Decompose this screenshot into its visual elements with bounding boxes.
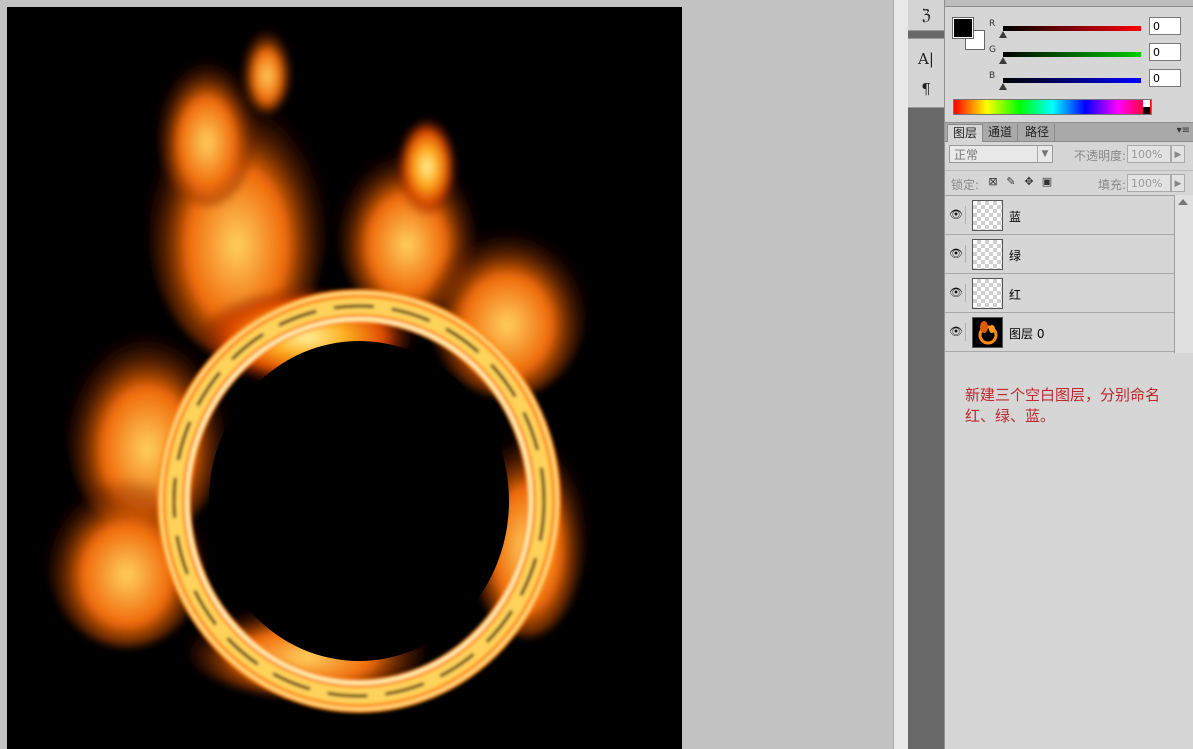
green-value-input[interactable]: 0 (1149, 43, 1181, 61)
layer-row-layer0[interactable]: 👁 图层 0 (945, 313, 1174, 352)
blend-opacity-row: 正常 ▼ 不透明度: 100% ▶ (945, 143, 1193, 169)
green-channel-label: G (989, 45, 996, 55)
red-slider-thumb[interactable] (999, 31, 1007, 38)
scroll-up-arrow-icon[interactable] (1178, 199, 1188, 205)
visibility-eye-icon[interactable]: 👁 (947, 284, 966, 302)
visibility-eye-icon[interactable]: 👁 (947, 323, 966, 341)
toolstrip-top-group: ℨ (908, 0, 944, 31)
layer-name: 红 (1009, 288, 1022, 302)
green-slider-track[interactable] (1003, 52, 1141, 57)
lock-position-move-icon[interactable]: ✥ (1023, 176, 1035, 188)
toolstrip-text-group: A| ¶ (908, 38, 944, 108)
tab-channels[interactable]: 通道 (983, 124, 1019, 141)
right-panels: R 0 G 0 B 0 图层 通道 路径 ▾≡ 正常 ▼ 不透明度: 100% … (944, 0, 1193, 749)
workspace-vertical-scrollbar[interactable] (893, 0, 908, 749)
foreground-color-swatch[interactable] (952, 17, 974, 39)
document-workspace (0, 0, 893, 749)
blend-mode-select[interactable]: 正常 ▼ (949, 145, 1053, 163)
layer-row-blue[interactable]: 👁 蓝 (945, 196, 1174, 235)
layer-thumbnail-transparent (972, 200, 1003, 231)
layer-row-red[interactable]: 👁 红 (945, 274, 1174, 313)
blue-channel-slider: B 0 (987, 69, 1181, 94)
opacity-label: 不透明度: (1074, 149, 1127, 163)
tab-paths[interactable]: 路径 (1020, 124, 1056, 141)
layers-panel: 图层 通道 路径 ▾≡ 正常 ▼ 不透明度: 100% ▶ 锁定: ⊠ ✎ ✥ … (945, 123, 1193, 749)
blue-slider-thumb[interactable] (999, 83, 1007, 90)
history-brush-icon[interactable]: ℨ (916, 5, 936, 25)
blue-slider-track[interactable] (1003, 78, 1141, 83)
color-panel-tabs (945, 0, 1193, 7)
opacity-input[interactable]: 100% (1127, 145, 1171, 163)
blue-value-input[interactable]: 0 (1149, 69, 1181, 87)
lock-pixels-brush-icon[interactable]: ✎ (1005, 176, 1017, 188)
fire-thumbnail-art (978, 321, 998, 345)
character-panel-icon[interactable]: A| (916, 49, 936, 69)
green-channel-slider: G 0 (987, 43, 1181, 68)
opacity-slider-arrow-icon[interactable]: ▶ (1171, 145, 1185, 163)
layer-thumbnail-fire (972, 317, 1003, 348)
instruction-note: 新建三个空白图层，分别命名红、绿、蓝。 (965, 386, 1161, 425)
layer-row-green[interactable]: 👁 绿 (945, 235, 1174, 274)
layer-name: 图层 0 (1009, 327, 1045, 341)
red-channel-slider: R 0 (987, 17, 1181, 42)
red-slider-track[interactable] (1003, 26, 1141, 31)
layer-list: 👁 蓝 👁 绿 👁 红 👁 图层 0 (945, 195, 1174, 354)
fill-input[interactable]: 100% (1127, 174, 1171, 192)
layer-name: 绿 (1009, 249, 1022, 263)
tab-layers[interactable]: 图层 (947, 124, 984, 142)
color-panel: R 0 G 0 B 0 (945, 0, 1193, 123)
red-channel-label: R (989, 19, 996, 29)
lock-label: 锁定: (951, 178, 980, 192)
blue-channel-label: B (989, 71, 996, 81)
layer-thumbnail-transparent (972, 278, 1003, 309)
red-value-input[interactable]: 0 (1149, 17, 1181, 35)
green-slider-thumb[interactable] (999, 57, 1007, 64)
chevron-down-icon: ▼ (1037, 146, 1052, 162)
lock-transparency-icon[interactable]: ⊠ (987, 176, 999, 188)
layer-list-scrollbar[interactable] (1174, 195, 1193, 353)
fire-ring-artwork (47, 22, 587, 713)
color-spectrum-ramp[interactable] (953, 99, 1152, 115)
lock-fill-row: 锁定: ⊠ ✎ ✥ ▣ 填充: 100% ▶ (945, 170, 1193, 195)
blend-mode-value: 正常 (954, 148, 979, 162)
panel-toolstrip: ℨ A| ¶ (908, 0, 944, 749)
panel-menu-icon[interactable]: ▾≡ (1177, 125, 1190, 136)
ring-hole (209, 341, 509, 661)
lock-all-padlock-icon[interactable]: ▣ (1041, 176, 1053, 188)
canvas-fire-ring-image[interactable] (7, 7, 682, 749)
visibility-eye-icon[interactable]: 👁 (947, 206, 966, 224)
layer-name: 蓝 (1009, 210, 1022, 224)
layers-panel-tabbar: 图层 通道 路径 ▾≡ (945, 123, 1193, 142)
fill-slider-arrow-icon[interactable]: ▶ (1171, 174, 1185, 192)
layer-thumbnail-transparent (972, 239, 1003, 270)
black-white-ramp[interactable] (1143, 100, 1150, 114)
visibility-eye-icon[interactable]: 👁 (947, 245, 966, 263)
fill-label: 填充: (1098, 178, 1127, 192)
paragraph-panel-icon[interactable]: ¶ (916, 79, 936, 99)
